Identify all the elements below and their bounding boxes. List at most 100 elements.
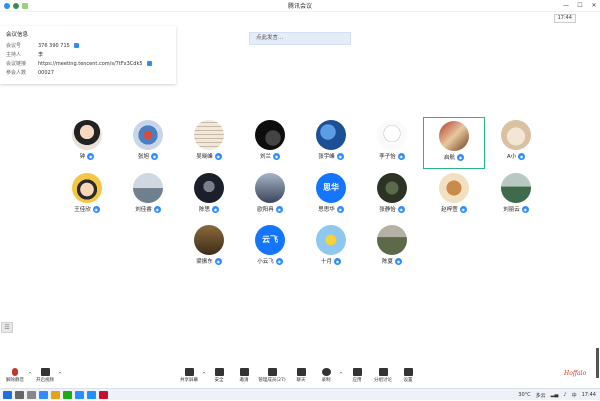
participant-tile[interactable]: 吴晓峰 ◉ <box>178 117 240 169</box>
mic-status-icon: ◉ <box>336 205 344 213</box>
participant-tile[interactable]: 李子怡 ◉ <box>361 117 423 169</box>
weather-desc[interactable]: 多云 <box>536 392 546 399</box>
record-label: 录制 <box>321 378 331 383</box>
chevron-up-icon[interactable]: ^ <box>58 372 62 378</box>
avatar: 思华 <box>316 173 346 203</box>
record-button[interactable]: 录制 <box>311 368 341 388</box>
participant-tile[interactable]: 王佳欣 ◉ <box>56 170 118 222</box>
participant-tile[interactable]: 刘丽云 ◉ <box>485 170 547 222</box>
meeting-toolbar: 解除静音 ^ 开启视频 ^ 共享屏幕 ^ 安全 邀请 管理成员(27) 聊天 录… <box>0 364 600 388</box>
qq-icon[interactable] <box>87 390 96 399</box>
participant-name-line: 刘丽云 ◉ <box>485 205 547 213</box>
participant-tile[interactable]: 思华思思华 ◉ <box>300 170 362 222</box>
folder-icon[interactable] <box>51 390 60 399</box>
participant-name: 刘丽云 <box>503 207 520 213</box>
info-value: 李 <box>38 52 44 58</box>
mic-status-icon: ◉ <box>457 153 464 161</box>
mic-status-icon: ◉ <box>212 205 219 213</box>
info-value: 00027 <box>38 69 54 76</box>
taskbar-clock[interactable]: 17:44 <box>582 392 596 398</box>
participant-name-line: 王佳欣 ◉ <box>56 205 118 213</box>
share-screen-label: 共享屏幕 <box>180 378 198 383</box>
avatar <box>377 225 407 255</box>
participant-tile[interactable]: 刘兰 ◉ <box>239 117 301 169</box>
ime-indicator[interactable]: 中 <box>572 392 577 399</box>
wechat-icon[interactable] <box>63 390 72 399</box>
mic-status-icon: ◉ <box>518 152 526 160</box>
mic-status-icon: ◉ <box>397 205 405 213</box>
participant-tile[interactable]: 张宇峰 ◉ <box>300 117 362 169</box>
mic-status-icon: ◉ <box>151 152 158 160</box>
chat-icon <box>296 368 306 376</box>
participant-name: 陈夏 <box>381 259 393 265</box>
participant-tile[interactable]: A小 ◉ <box>485 117 547 169</box>
network-icon[interactable]: ▂▄ <box>551 392 559 398</box>
participant-tile[interactable]: 云飞 小云飞 ◉ <box>239 222 301 274</box>
meeting-link[interactable]: https://meeting.tencent.com/s/7tFx3Cdk5 <box>38 61 143 67</box>
participant-name-line: 吴晓峰 ◉ <box>178 152 240 160</box>
start-icon[interactable] <box>3 390 12 399</box>
participant-tile[interactable]: 十月 ◉ <box>300 222 362 274</box>
avatar <box>501 173 531 203</box>
scrollbar[interactable] <box>596 348 599 378</box>
avatar-text: 云飞 <box>262 235 278 244</box>
settings-button[interactable]: 设置 <box>393 368 423 388</box>
unmute-button[interactable]: 解除静音 <box>0 368 30 388</box>
sidebar-toggle[interactable]: ☰ <box>1 322 13 333</box>
participant-tile[interactable]: 陈夏 ◉ <box>361 222 423 274</box>
participant-name-line: 李子怡 ◉ <box>361 152 423 160</box>
participant-name-line: 思思华 ◉ <box>300 205 362 213</box>
info-key: 会议号 <box>6 43 22 49</box>
participant-tile[interactable]: 张静怡 ◉ <box>361 170 423 222</box>
edge-icon[interactable] <box>39 390 48 399</box>
start-video-button[interactable]: 开启视频 <box>30 368 60 388</box>
participant-name: 钟 <box>79 154 86 160</box>
app-icon[interactable] <box>99 390 108 399</box>
avatar-text: 思华 <box>323 183 339 192</box>
participant-name: 李子怡 <box>379 154 396 160</box>
meeting-timer: 17:44 <box>553 14 576 23</box>
participant-tile[interactable]: 张旭 ◉ <box>117 117 179 169</box>
participant-tile[interactable]: 赵梓萱 ◉ <box>423 170 485 222</box>
participant-tile[interactable]: 启航 ◉ <box>423 117 485 169</box>
start-video-label: 开启视频 <box>36 378 54 383</box>
task-view-icon[interactable] <box>27 390 36 399</box>
invite-button[interactable]: 邀请 <box>229 368 259 388</box>
participant-tile[interactable]: 刘佳睿 ◉ <box>117 170 179 222</box>
participant-name-line: 欧阳冉 ◉ <box>239 205 301 213</box>
system-tray: 30°C 多云 ▂▄ ♪ 中 17:44 <box>518 389 596 401</box>
manage-members-button[interactable]: 管理成员(27) <box>256 368 288 388</box>
volume-icon[interactable]: ♪ <box>563 392 566 398</box>
avatar <box>377 173 407 203</box>
avatar <box>439 121 469 151</box>
info-value: 376 390 715 <box>38 42 70 49</box>
participant-tile[interactable]: 钟 ◉ <box>56 117 118 169</box>
participant-tile[interactable]: 陈思 ◉ <box>178 170 240 222</box>
chat-input[interactable]: 点此发言... <box>249 32 351 45</box>
minimize-icon[interactable]: — <box>562 2 570 10</box>
mic-icon <box>12 368 18 376</box>
participant-tile[interactable]: 欧阳冉 ◉ <box>239 170 301 222</box>
participant-name: 张旭 <box>137 154 149 160</box>
watermark-logo: Hoffalo <box>564 370 587 377</box>
settings-icon <box>403 368 413 376</box>
record-icon <box>321 368 331 376</box>
avatar <box>501 120 531 150</box>
weather-temp[interactable]: 30°C <box>518 392 530 398</box>
copy-icon[interactable] <box>73 43 79 48</box>
participant-name: 十月 <box>320 259 332 265</box>
participant-name-line: 陈夏 ◉ <box>361 257 423 265</box>
close-icon[interactable]: ✕ <box>590 2 598 10</box>
search-icon[interactable] <box>15 390 24 399</box>
participant-name: 王佳欣 <box>74 207 91 213</box>
participant-name-line: 张宇峰 ◉ <box>300 152 362 160</box>
shield-icon <box>214 368 224 376</box>
maximize-icon[interactable]: ☐ <box>576 2 584 10</box>
participant-name-line: 梁振东 ◉ <box>178 257 240 265</box>
tencent-meeting-icon[interactable] <box>75 390 84 399</box>
participant-tile[interactable]: 梁振东 ◉ <box>178 222 240 274</box>
participant-name: 刘兰 <box>259 154 271 160</box>
share-screen-button[interactable]: 共享屏幕 <box>174 368 204 388</box>
participant-name-line: 张旭 ◉ <box>117 152 179 160</box>
copy-icon[interactable] <box>146 61 152 66</box>
